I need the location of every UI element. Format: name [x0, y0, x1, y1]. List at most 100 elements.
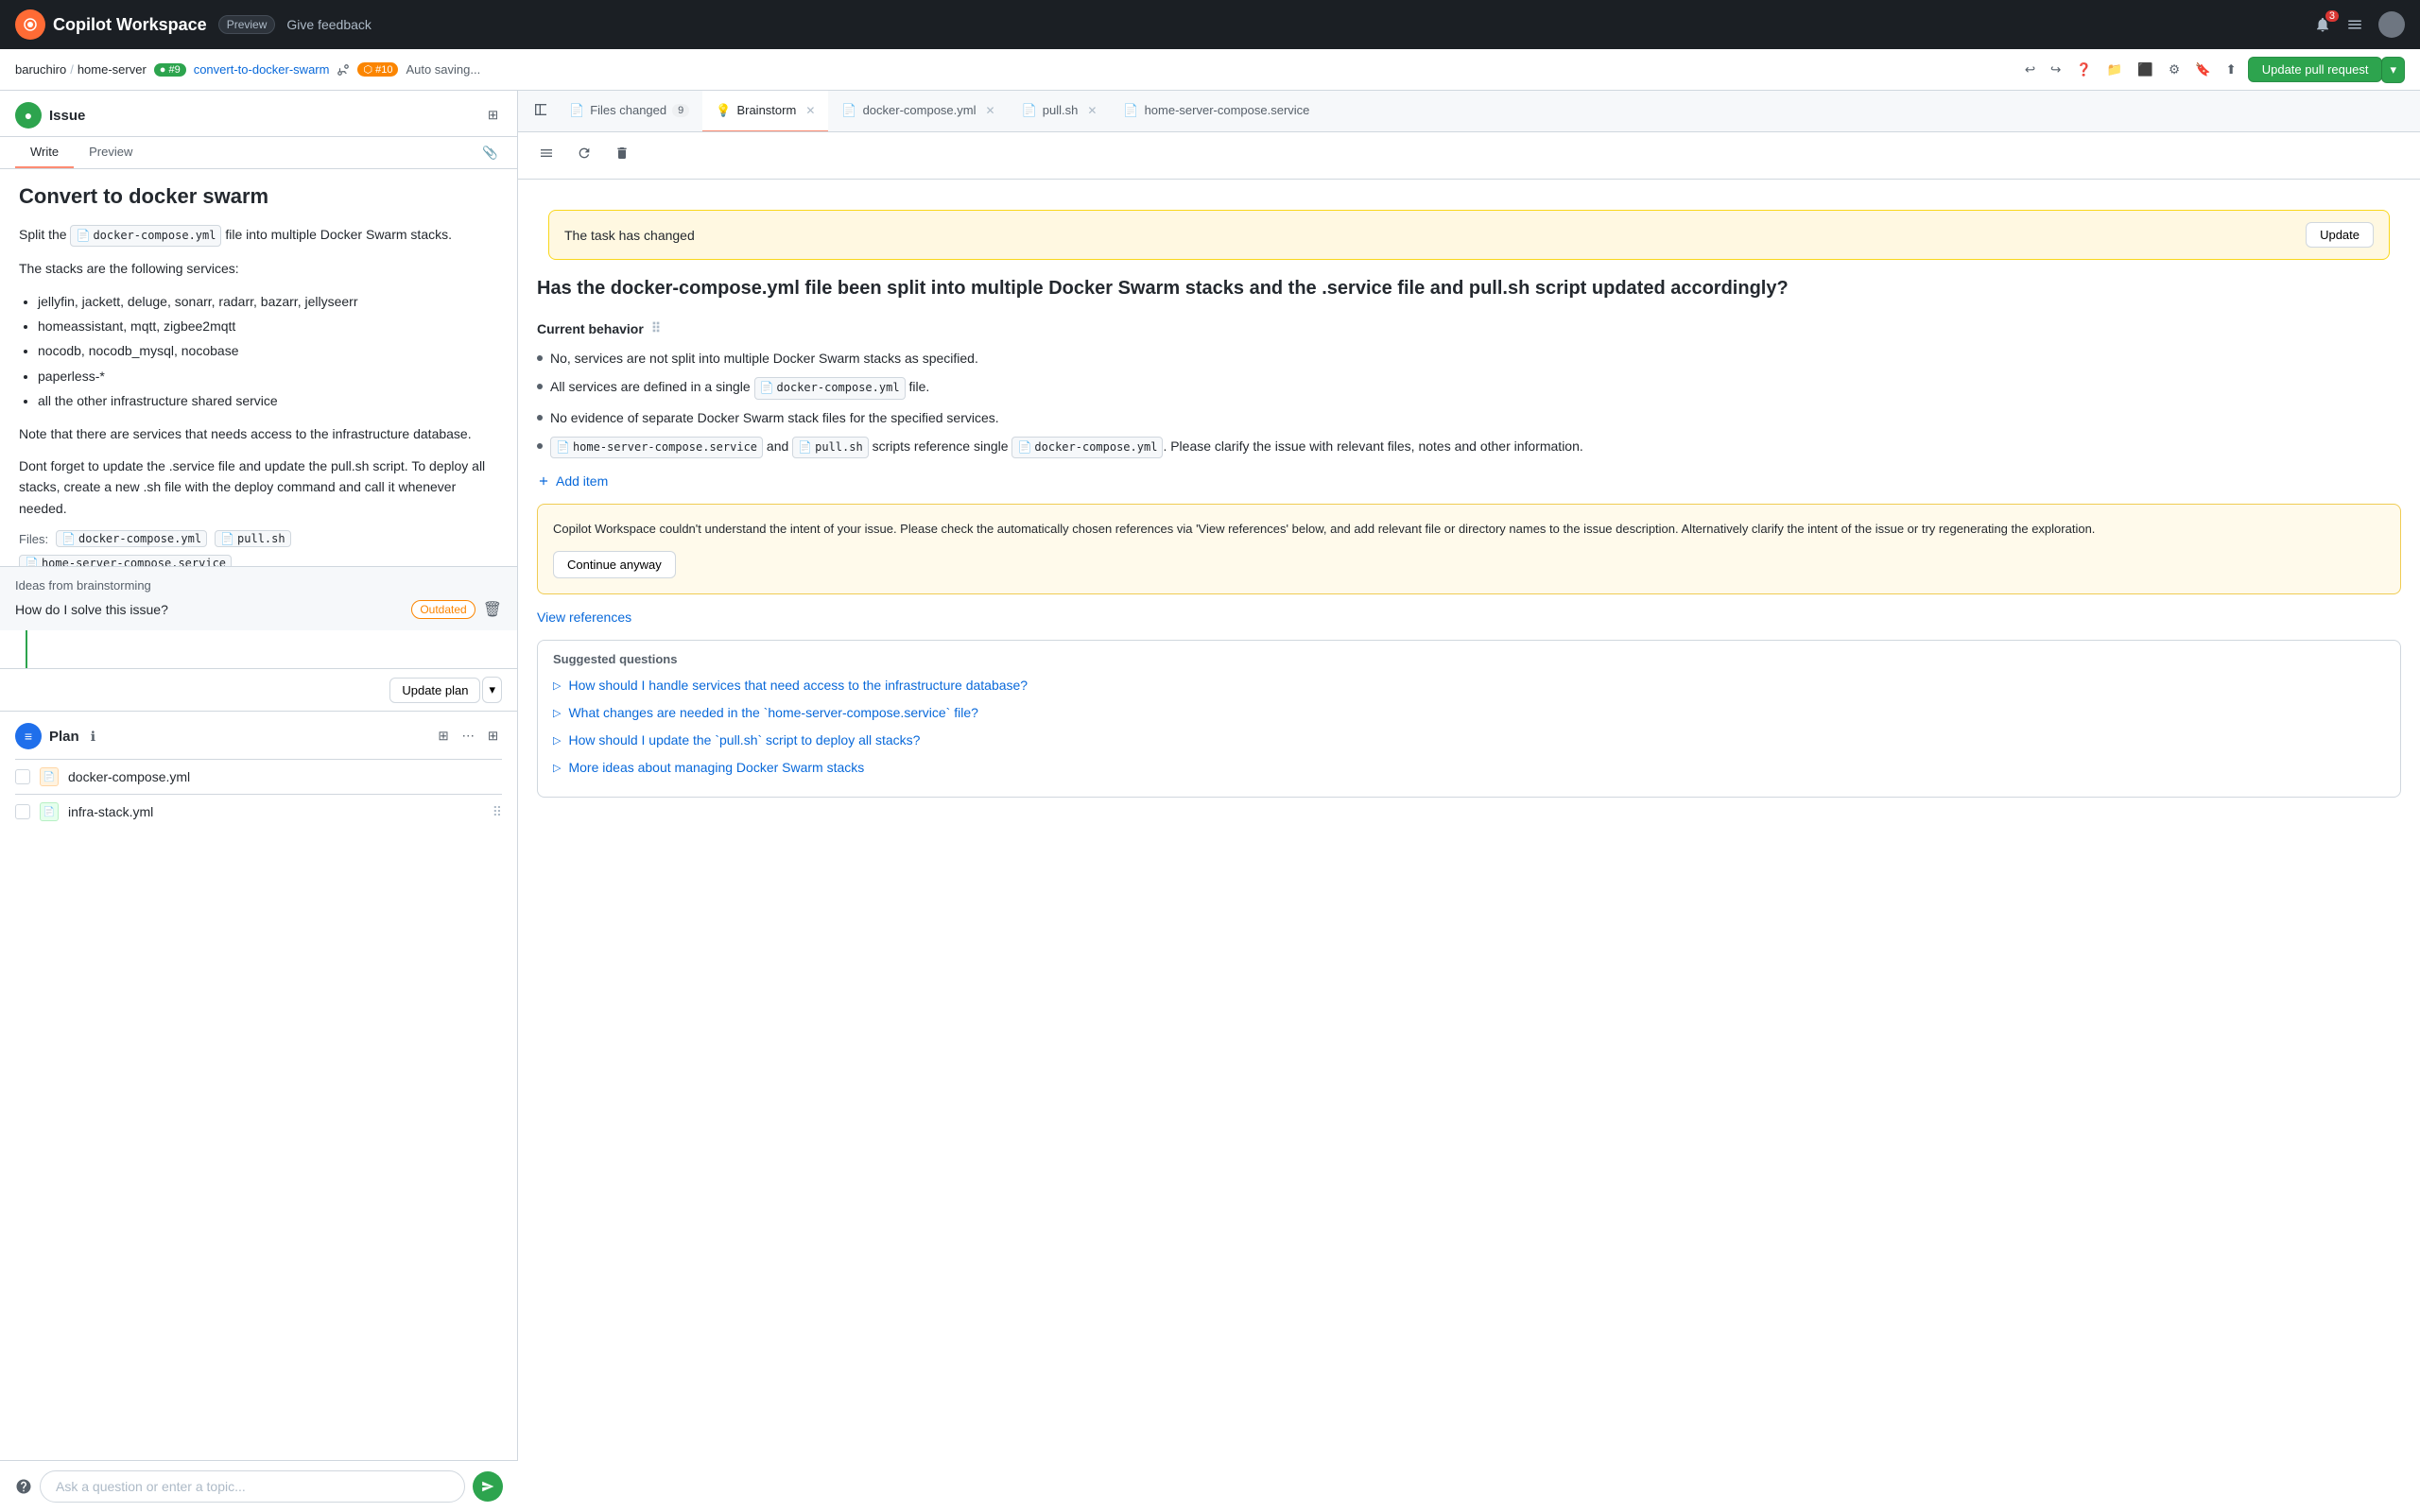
- branch-link[interactable]: convert-to-docker-swarm: [194, 62, 330, 77]
- toolbar-menu-button[interactable]: [533, 142, 560, 169]
- plan-item-docker-compose: 📄 docker-compose.yml: [15, 759, 502, 794]
- settings-button[interactable]: ⚙: [2165, 59, 2184, 81]
- menu-icon[interactable]: [2346, 16, 2363, 33]
- issue-tab-actions: 📎: [478, 137, 502, 168]
- warning-text: Copilot Workspace couldn't understand th…: [553, 520, 2385, 540]
- bullet-item-3: No evidence of separate Docker Swarm sta…: [537, 407, 2401, 428]
- plan-file-icon-orange: 📄: [40, 767, 59, 786]
- list-item: all the other infrastructure shared serv…: [38, 390, 498, 411]
- ask-input[interactable]: [40, 1470, 465, 1503]
- ask-icon: [15, 1478, 32, 1495]
- files-tab-icon: 📄: [569, 103, 584, 118]
- hint-button[interactable]: ❓: [2072, 59, 2096, 81]
- play-icon-2: ▷: [553, 706, 561, 722]
- repo-path: baruchiro / home-server: [15, 62, 147, 77]
- bullet-dot: [537, 443, 543, 449]
- current-behavior-list: No, services are not split into multiple…: [537, 348, 2401, 458]
- auto-saving-status: Auto saving...: [406, 62, 480, 77]
- file-ref-3: 📄 home-server-compose.service: [19, 555, 232, 566]
- list-item: paperless-*: [38, 366, 498, 387]
- plan-info-button[interactable]: ℹ: [87, 725, 99, 748]
- ideas-item-text: How do I solve this issue?: [15, 602, 168, 617]
- tabs-bar: 📄 Files changed 9 💡 Brainstorm ✕ 📄 docke…: [518, 91, 2420, 132]
- docker-tab-close[interactable]: ✕: [986, 104, 995, 117]
- pull-tab-close[interactable]: ✕: [1087, 104, 1097, 117]
- bookmark-button[interactable]: 🔖: [2191, 59, 2215, 81]
- plan-items: 📄 docker-compose.yml 📄 infra-stack.yml ⠿: [0, 759, 517, 840]
- bullet-item-4: 📄 home-server-compose.service and 📄 pull…: [537, 436, 2401, 458]
- plan-more-button[interactable]: ⋯: [458, 725, 478, 747]
- tab-files-changed[interactable]: 📄 Files changed 9: [556, 91, 702, 132]
- share-button[interactable]: ⬆: [2222, 59, 2240, 81]
- attach-button[interactable]: 📎: [478, 142, 502, 164]
- issue-header-left: ● Issue: [15, 102, 85, 129]
- tab-brainstorm[interactable]: 💡 Brainstorm ✕: [702, 91, 828, 132]
- brainstorm-tab-close[interactable]: ✕: [805, 104, 815, 117]
- files-label: Files:: [19, 532, 48, 546]
- update-pr-button[interactable]: Update pull request: [2248, 57, 2383, 82]
- update-plan-dropdown-btn[interactable]: ▾: [482, 677, 502, 703]
- undo-button[interactable]: ↩: [2021, 59, 2039, 81]
- add-item-row[interactable]: Add item: [537, 473, 2401, 489]
- ask-send-button[interactable]: [473, 1471, 503, 1502]
- app-logo: [15, 9, 45, 40]
- suggested-item-3[interactable]: ▷ How should I update the `pull.sh` scri…: [553, 730, 2385, 750]
- bullet-item-1: No, services are not split into multiple…: [537, 348, 2401, 369]
- issue-split-text: Split the 📄 docker-compose.yml file into…: [19, 224, 498, 247]
- play-icon-3: ▷: [553, 733, 561, 749]
- update-plan-button[interactable]: Update plan: [389, 678, 480, 703]
- update-pr-dropdown[interactable]: ▾: [2381, 57, 2405, 83]
- toolbar-refresh-button[interactable]: [571, 142, 597, 169]
- suggested-title: Suggested questions: [553, 652, 2385, 666]
- plan-checkbox-1[interactable]: [15, 769, 30, 784]
- code-home-server: 📄 home-server-compose.service: [550, 437, 763, 458]
- feedback-link[interactable]: Give feedback: [286, 17, 372, 32]
- files-changed-count: 9: [672, 104, 689, 117]
- continue-anyway-button[interactable]: Continue anyway: [553, 551, 676, 578]
- plan-filter-button[interactable]: ⊞: [434, 725, 452, 747]
- task-update-button[interactable]: Update: [2306, 222, 2374, 248]
- redo-button[interactable]: ↪: [2047, 59, 2065, 81]
- sidebar-toggle-button[interactable]: [526, 96, 556, 126]
- ideas-label: Ideas from brainstorming: [15, 578, 502, 593]
- connector-line: [26, 630, 27, 668]
- tab-pull-sh[interactable]: 📄 pull.sh ✕: [1009, 91, 1111, 132]
- list-item: nocodb, nocodb_mysql, nocobase: [38, 340, 498, 361]
- terminal-button[interactable]: ⬛: [2134, 59, 2157, 81]
- suggested-item-1[interactable]: ▷ How should I handle services that need…: [553, 676, 2385, 696]
- file-ref-2: 📄 pull.sh: [215, 530, 291, 547]
- suggested-item-2[interactable]: ▷ What changes are needed in the `home-s…: [553, 703, 2385, 723]
- toolbar-delete-button[interactable]: [609, 142, 635, 169]
- issue-header-actions: ⊞: [484, 104, 502, 127]
- plan-expand-button[interactable]: ⊞: [484, 725, 502, 747]
- top-navigation: Copilot Workspace Preview Give feedback …: [0, 0, 2420, 49]
- plan-item-infra-stack: 📄 infra-stack.yml ⠿: [15, 794, 502, 829]
- brainstorm-toolbar: [518, 132, 2420, 180]
- ideas-item: How do I solve this issue? Outdated 🗑: [15, 600, 502, 619]
- view-references-link[interactable]: View references: [537, 610, 631, 625]
- issue-expand-button[interactable]: ⊞: [484, 104, 502, 127]
- file-tree-button[interactable]: 📁: [2103, 59, 2127, 81]
- tab-home-server[interactable]: 📄 home-server-compose.service: [1110, 91, 1322, 132]
- plan-checkbox-2[interactable]: [15, 804, 30, 819]
- notifications[interactable]: 3: [2314, 16, 2331, 33]
- tab-preview[interactable]: Preview: [74, 137, 147, 168]
- tab-write[interactable]: Write: [15, 137, 74, 168]
- file-ref-docker-compose: 📄 docker-compose.yml: [70, 225, 221, 247]
- tab-docker-compose[interactable]: 📄 docker-compose.yml ✕: [828, 91, 1008, 132]
- docker-tab-icon: 📄: [841, 103, 856, 118]
- app-title: Copilot Workspace: [53, 15, 207, 35]
- warning-box: Copilot Workspace couldn't understand th…: [537, 504, 2401, 594]
- add-item-label: Add item: [556, 473, 608, 489]
- task-changed-banner: The task has changed Update: [548, 210, 2390, 260]
- delete-idea-button[interactable]: 🗑: [483, 600, 502, 619]
- bullet-item-2: All services are defined in a single 📄 d…: [537, 376, 2401, 399]
- username: baruchiro: [15, 62, 66, 77]
- reponame: home-server: [78, 62, 147, 77]
- suggested-item-4[interactable]: ▷ More ideas about managing Docker Swarm…: [553, 758, 2385, 778]
- user-avatar[interactable]: [2378, 11, 2405, 38]
- issue-title: Convert to docker swarm: [19, 184, 498, 209]
- pull-tab-icon: 📄: [1022, 103, 1037, 118]
- outdated-badge: Outdated: [411, 600, 475, 619]
- update-plan-wrap: Update plan ▾: [0, 668, 517, 711]
